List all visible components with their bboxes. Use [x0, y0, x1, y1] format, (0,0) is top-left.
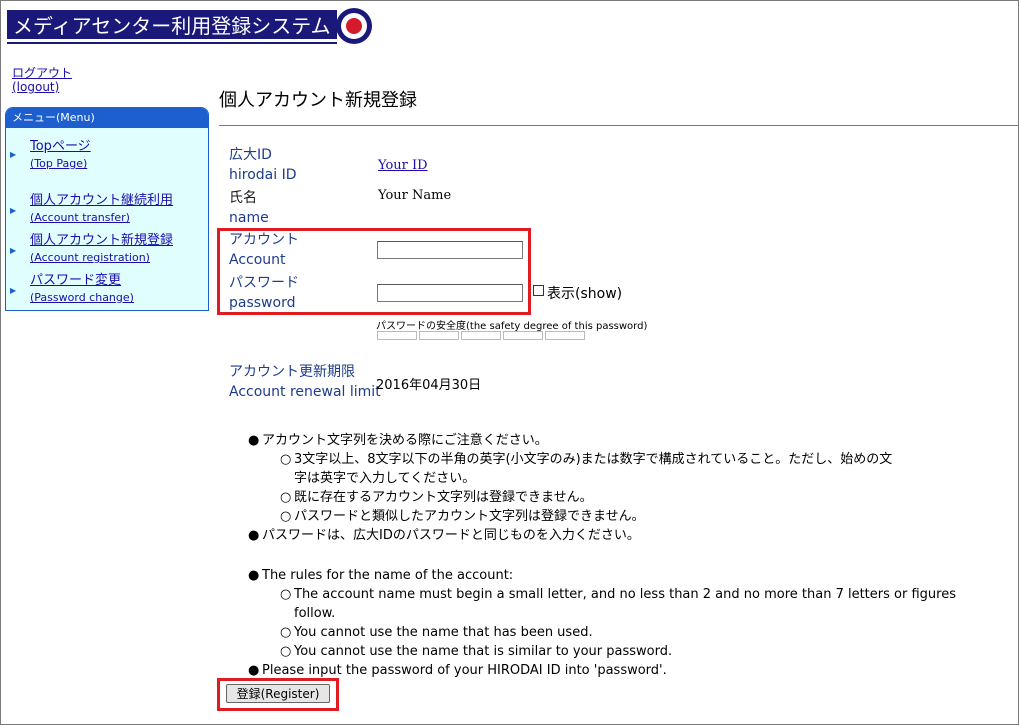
menu-item-sublabel[interactable]: (Account registration): [30, 249, 173, 266]
menu-arrow-icon: ▶: [10, 246, 17, 255]
menu-arrow-icon: ▶: [10, 286, 17, 295]
password-safety-label: パスワードの安全度(the safety degree of this pass…: [376, 321, 648, 332]
renewal-limit-label: アカウント更新期限 Account renewal limit: [229, 364, 381, 400]
system-banner-title: メディアセンター利用登録システム: [7, 10, 337, 42]
page-title: 個人アカウント新規登録: [219, 90, 417, 111]
name-label: 氏名 name: [229, 190, 269, 226]
hirodai-id-label: 広大ID hirodai ID: [229, 147, 297, 183]
logout-label-ja: ログアウト: [12, 66, 73, 80]
menu-item-label[interactable]: Topページ: [30, 138, 91, 155]
password-safety-meter: [377, 331, 587, 340]
hirodai-logo-icon: [336, 8, 372, 44]
menu-arrow-icon: ▶: [10, 150, 17, 159]
list-item-continuation: follow.: [294, 606, 336, 621]
menu-arrow-icon: ▶: [10, 206, 17, 215]
list-item-continuation: 字は英字で入力してください。: [294, 471, 476, 486]
highlight-box-account-password: [217, 228, 531, 315]
side-menu: メニュー(Menu) ▶ Topページ (Top Page) ▶ 個人アカウント…: [5, 107, 209, 311]
menu-item-label[interactable]: 個人アカウント継続利用: [30, 192, 173, 209]
name-value: Your Name: [378, 188, 452, 203]
show-password-label[interactable]: 表示(show): [547, 283, 622, 303]
renewal-limit-value: 2016年04月30日: [376, 378, 482, 393]
logout-label-en: (logout): [12, 80, 60, 94]
menu-item-label[interactable]: 個人アカウント新規登録: [30, 232, 173, 249]
menu-item-label[interactable]: パスワード変更: [30, 272, 134, 289]
highlight-box-register: [217, 678, 339, 711]
logout-link[interactable]: ログアウト (logout): [12, 66, 72, 94]
menu-item-sublabel[interactable]: (Top Page): [30, 155, 91, 172]
menu-item-sublabel[interactable]: (Password change): [30, 289, 134, 306]
menu-item-sublabel[interactable]: (Account transfer): [30, 209, 173, 226]
menu-title: メニュー(Menu): [6, 108, 208, 128]
hirodai-id-value[interactable]: Your ID: [378, 158, 428, 173]
show-password-checkbox[interactable]: [533, 285, 544, 296]
title-divider: [219, 125, 1019, 126]
